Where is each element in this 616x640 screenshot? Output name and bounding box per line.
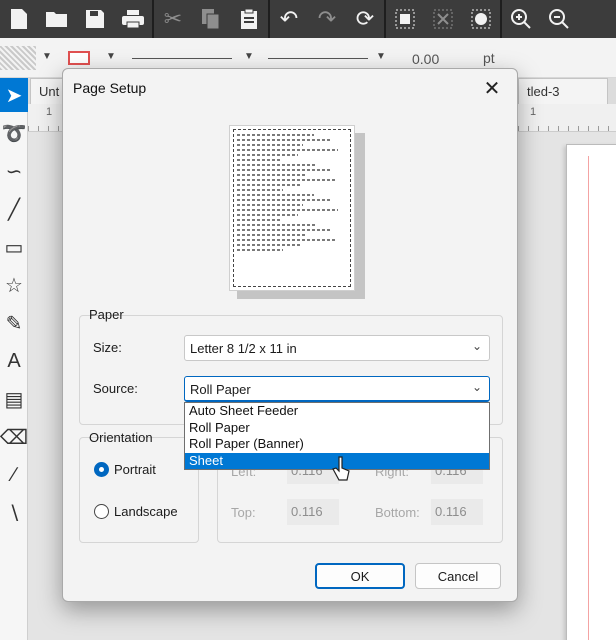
rectangle-tool-icon[interactable]: ▭	[0, 230, 28, 264]
paper-size-select[interactable]: Letter 8 1/2 x 11 in ⌄	[184, 335, 490, 361]
bottom-margin-field[interactable]: 0.116	[431, 499, 483, 525]
paper-source-select[interactable]: Roll Paper ⌄	[184, 376, 490, 402]
paste-icon[interactable]	[230, 0, 268, 38]
landscape-radio[interactable]	[94, 504, 109, 519]
zoom-in-icon[interactable]	[502, 0, 540, 38]
refresh-icon[interactable]: ⟳	[346, 0, 384, 38]
ruler-number: 1	[530, 106, 537, 118]
top-margin-field[interactable]: 0.116	[287, 499, 339, 525]
tab-untitled-3[interactable]: tled-3	[518, 78, 608, 104]
image-tool-icon[interactable]: ▤	[0, 382, 28, 416]
paper-source-value: Roll Paper	[190, 382, 251, 397]
curve-tool-icon[interactable]: ∽	[0, 154, 28, 188]
tool-palette: ➤ ➰ ∽ ╱ ▭ ☆ ✎ A ▤ ⌫ ∕ ∖	[0, 78, 28, 640]
top-margin-label: Top:	[231, 505, 256, 520]
source-option-roll-paper[interactable]: Roll Paper	[185, 420, 489, 437]
paper-size-value: Letter 8 1/2 x 11 in	[190, 341, 297, 356]
print-icon[interactable]	[114, 0, 152, 38]
line-width-unit: pt	[483, 50, 495, 66]
new-document-icon[interactable]	[0, 0, 38, 38]
eraser-tool-icon[interactable]: ⌫	[0, 420, 28, 454]
undo-icon[interactable]: ↶	[270, 0, 308, 38]
copy-icon[interactable]	[192, 0, 230, 38]
dialog-title: Page Setup	[73, 80, 147, 96]
size-label: Size:	[93, 340, 122, 355]
line-style-preview[interactable]	[132, 58, 232, 59]
landscape-label[interactable]: Landscape	[114, 504, 178, 519]
line-tool-icon[interactable]: ╱	[0, 192, 28, 226]
cut-icon[interactable]: ✂	[154, 0, 192, 38]
orientation-group-label: Orientation	[89, 430, 153, 445]
knife-tool-icon[interactable]: ∕	[0, 458, 28, 492]
text-tool-icon[interactable]: A	[0, 344, 28, 378]
page-margin-guide	[588, 156, 589, 640]
chevron-down-icon: ⌄	[471, 380, 482, 394]
bottom-margin-label: Bottom:	[375, 505, 420, 520]
palette-icon[interactable]	[462, 0, 500, 38]
page-preview	[229, 125, 355, 291]
source-option-auto-sheet-feeder[interactable]: Auto Sheet Feeder	[185, 403, 489, 420]
line-color-swatch[interactable]	[68, 51, 90, 65]
source-option-roll-paper-banner[interactable]: Roll Paper (Banner)	[185, 436, 489, 453]
ruler-number: 1	[46, 106, 53, 118]
chevron-down-icon: ⌄	[471, 339, 482, 353]
line-color-dropdown-arrow-icon[interactable]: ▼	[106, 51, 116, 62]
eyedropper-tool-icon[interactable]: ∖	[0, 496, 28, 530]
orientation-group	[79, 437, 199, 543]
portrait-label[interactable]: Portrait	[114, 462, 156, 477]
redo-icon[interactable]: ↷	[308, 0, 346, 38]
ungroup-icon[interactable]	[424, 0, 462, 38]
portrait-radio[interactable]	[94, 462, 109, 477]
cancel-button[interactable]: Cancel	[415, 563, 501, 589]
star-tool-icon[interactable]: ☆	[0, 268, 28, 302]
ok-button[interactable]: OK	[315, 563, 405, 589]
pencil-tool-icon[interactable]: ✎	[0, 306, 28, 340]
source-label: Source:	[93, 381, 138, 396]
line-width-input[interactable]: 0.00	[398, 48, 468, 70]
line-end-dropdown-arrow-icon[interactable]: ▼	[376, 51, 386, 62]
fill-pattern-swatch[interactable]	[0, 46, 36, 70]
zoom-out-icon[interactable]	[540, 0, 578, 38]
select-tool-arrow-icon[interactable]: ➤	[0, 78, 28, 112]
page-preview-content	[233, 129, 351, 287]
fill-dropdown-arrow-icon[interactable]: ▼	[42, 51, 52, 62]
group-icon[interactable]	[386, 0, 424, 38]
open-folder-icon[interactable]	[38, 0, 76, 38]
lasso-tool-icon[interactable]: ➰	[0, 116, 28, 150]
close-icon[interactable]: ✕	[477, 73, 507, 103]
canvas-page	[566, 144, 616, 640]
line-style-dropdown-arrow-icon[interactable]: ▼	[244, 51, 254, 62]
main-toolbar: ✂ ↶ ↷ ⟳	[0, 0, 616, 38]
page-setup-dialog: Page Setup ✕ Paper Size: Letter 8 1/2 x …	[62, 68, 518, 602]
line-end-preview[interactable]	[268, 58, 368, 59]
paper-group-label: Paper	[89, 307, 124, 322]
save-icon[interactable]	[76, 0, 114, 38]
